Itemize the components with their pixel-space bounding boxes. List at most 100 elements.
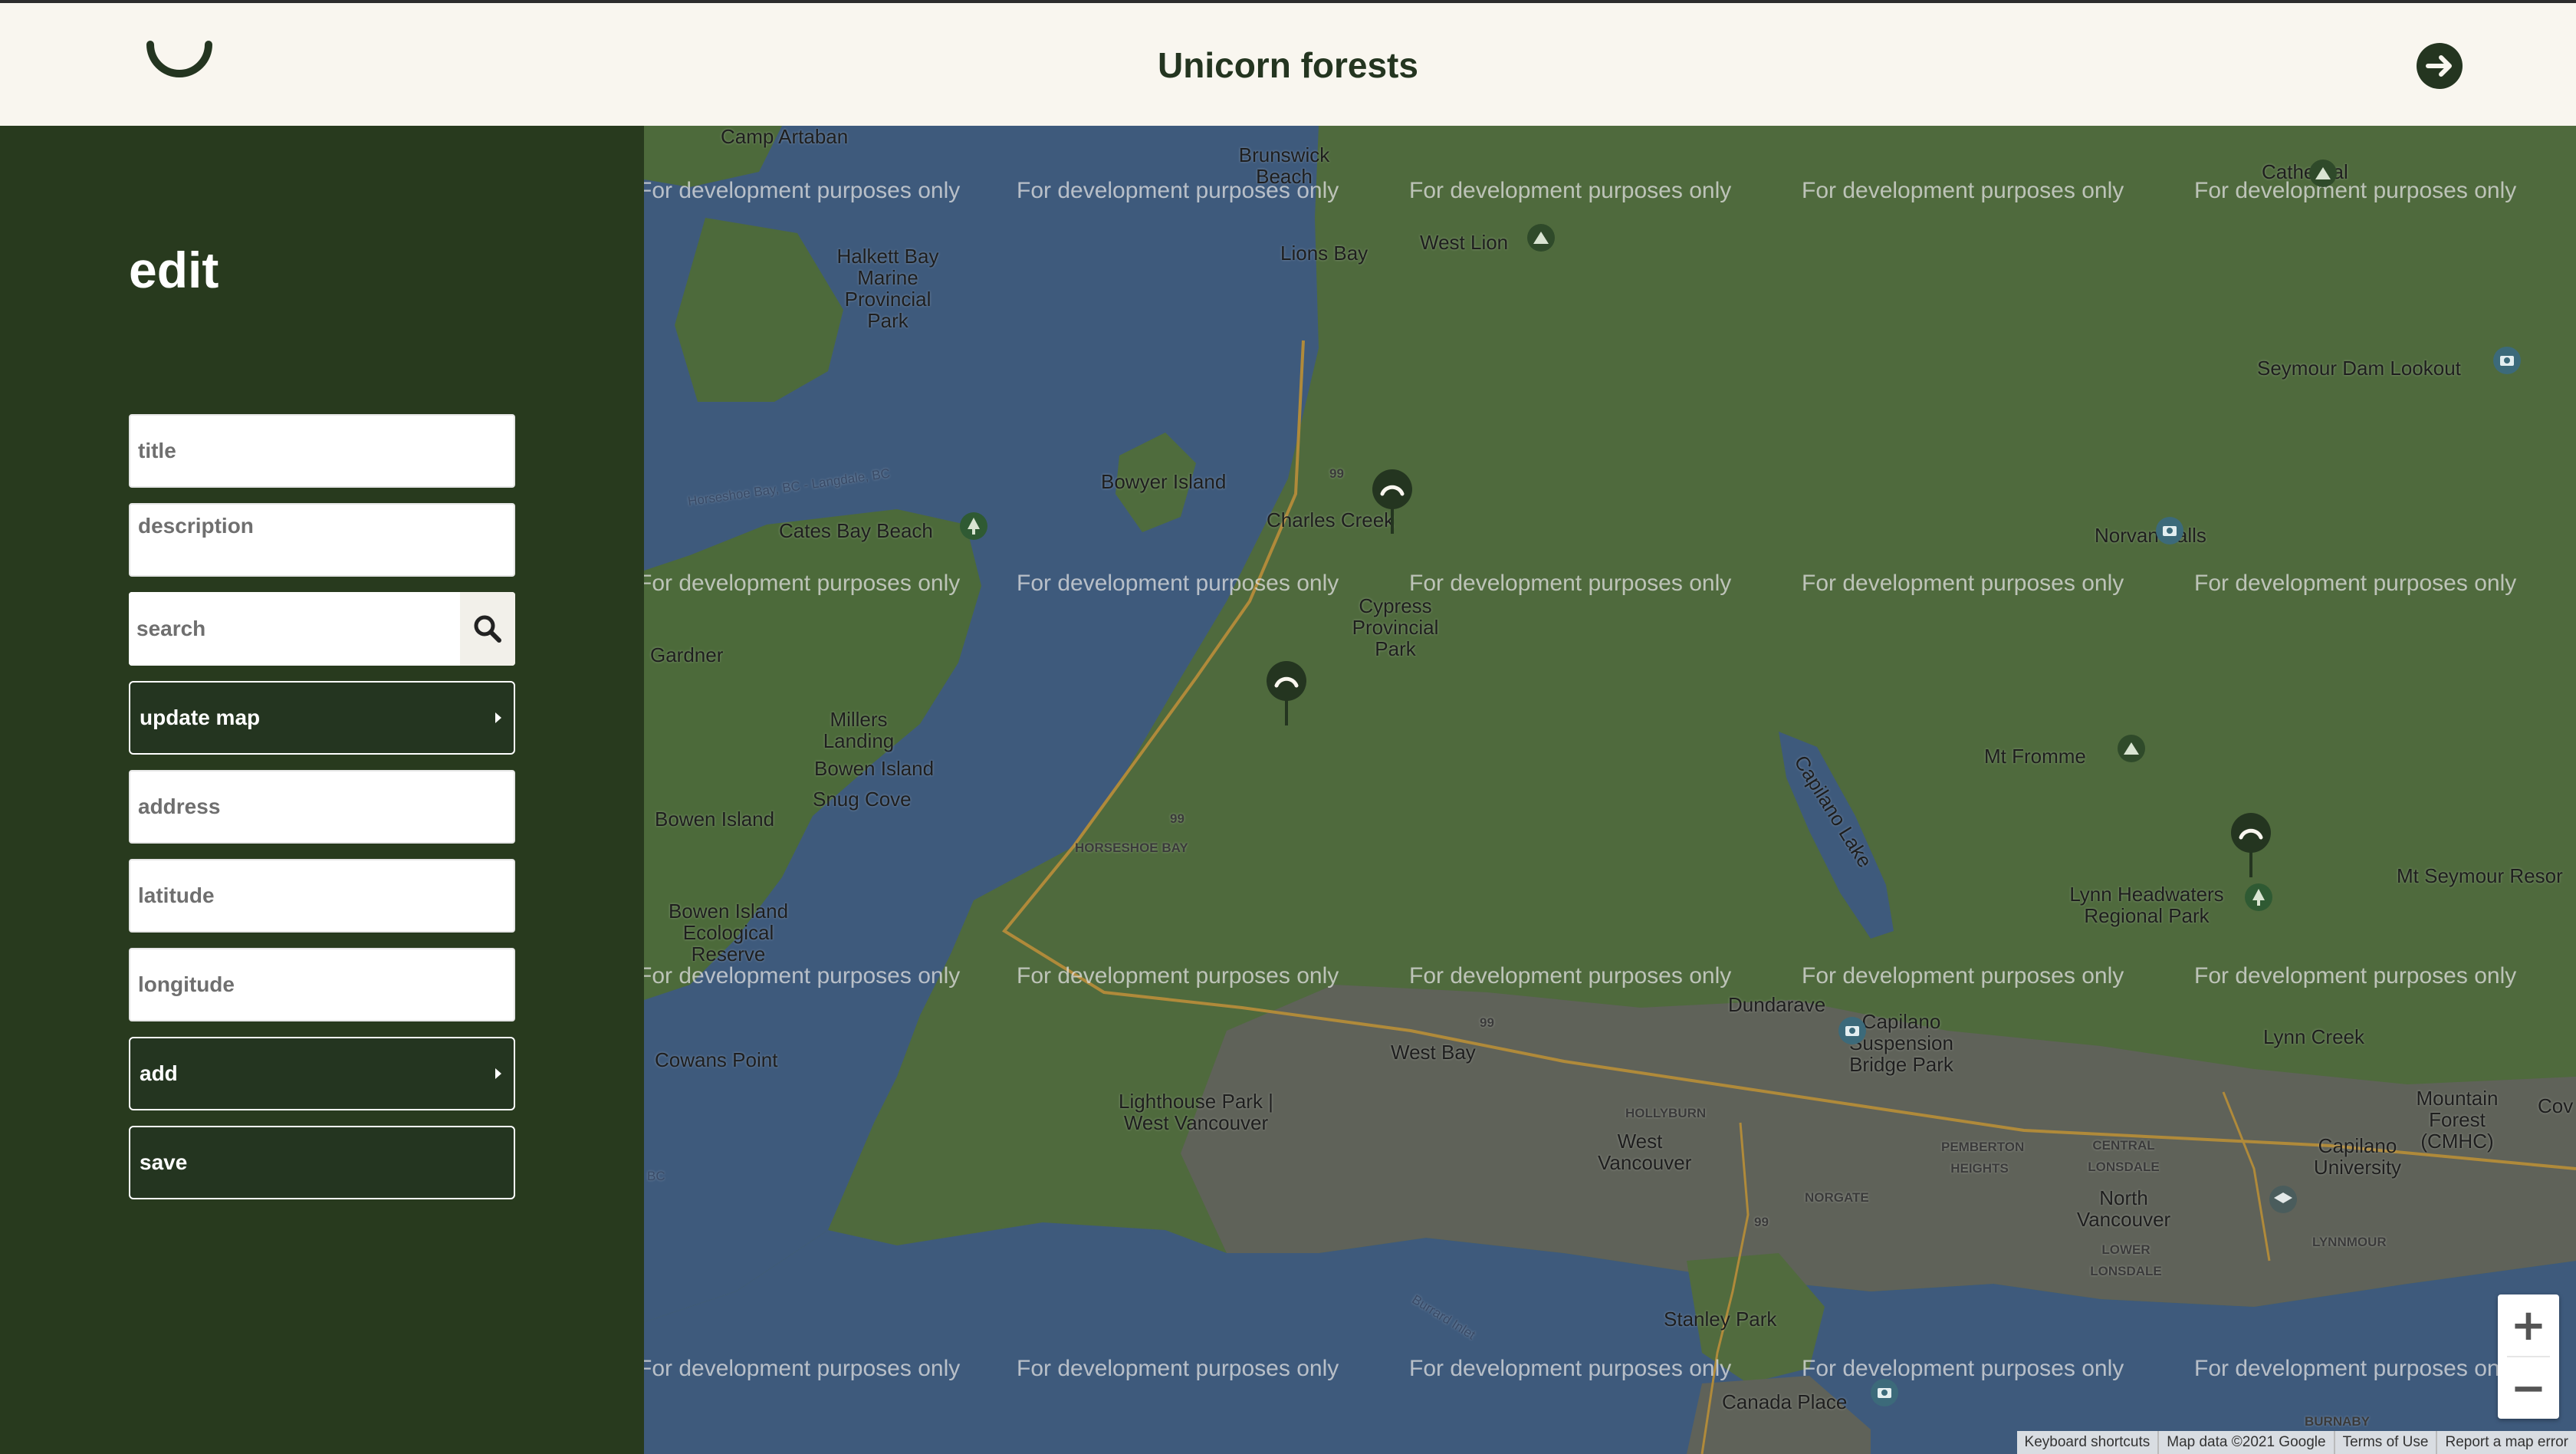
forest-marker-icon[interactable]	[2229, 811, 2272, 880]
title-input[interactable]	[129, 414, 515, 488]
camera-poi-icon[interactable]	[1869, 1377, 1900, 1408]
park-poi-icon[interactable]	[958, 511, 989, 541]
latitude-input[interactable]	[129, 859, 515, 933]
dev-watermark: For development purposes only	[1802, 571, 2124, 596]
dev-watermark: For development purposes only	[1802, 963, 2124, 989]
place-label: BC	[647, 1169, 665, 1183]
dev-watermark: For development purposes only	[2194, 178, 2517, 203]
arrow-right-circle-icon[interactable]	[2417, 43, 2463, 89]
place-label: Camp Artaban	[721, 126, 849, 148]
place-label: Bowen Island Ecological Reserve	[668, 900, 789, 965]
camera-poi-icon[interactable]	[2154, 515, 2185, 546]
top-bar: Unicorn forests	[0, 0, 2576, 126]
place-label: Norvan Falls	[2095, 524, 2206, 547]
place-label: Mountain Forest (CMHC)	[2416, 1087, 2499, 1153]
update-map-button[interactable]: update map	[129, 681, 515, 755]
map-data-attribution: Map data ©2021 Google	[2157, 1431, 2333, 1454]
map-view[interactable]: Camp Artaban Brunswick Beach Lions Bay W…	[644, 126, 2576, 1454]
place-label: Millers Landing	[823, 708, 895, 752]
place-label: Cates Bay Beach	[779, 519, 933, 542]
mountain-poi-icon[interactable]	[1526, 222, 1556, 253]
place-label: Bowyer Island	[1101, 470, 1227, 493]
place-label: West Vancouver	[1598, 1130, 1692, 1174]
place-label: Lynn Creek	[2263, 1025, 2364, 1048]
place-label: Cowans Point	[655, 1048, 778, 1071]
place-label: Seymour Dam Lookout	[2257, 357, 2461, 380]
park-poi-icon[interactable]	[2243, 882, 2274, 913]
route-shield: 99	[1754, 1215, 1769, 1229]
update-map-label: update map	[140, 706, 261, 729]
dev-watermark: For development purposes only	[2194, 963, 2517, 989]
dev-watermark: For development purposes only	[1409, 178, 1732, 203]
place-label: Lighthouse Park | West Vancouver	[1119, 1090, 1273, 1134]
search-box	[129, 592, 515, 666]
address-input[interactable]	[129, 770, 515, 844]
zoom-out-button[interactable]: −	[2498, 1357, 2559, 1419]
place-label: NORGATE	[1805, 1190, 1869, 1205]
camera-poi-icon[interactable]	[1837, 1015, 1868, 1046]
university-poi-icon[interactable]	[2268, 1184, 2298, 1215]
app-title: Unicorn forests	[1158, 45, 1418, 85]
place-label: North Vancouver	[2076, 1186, 2171, 1231]
place-label: West Lion	[1420, 231, 1509, 254]
dev-watermark: For development purposes only	[644, 963, 961, 989]
mountain-poi-icon[interactable]	[2308, 158, 2338, 189]
dev-watermark: For development purposes only	[644, 178, 961, 203]
place-label: Halkett Bay Marine Provincial Park	[836, 245, 939, 332]
place-label: Lynn Headwaters Regional Park	[2069, 883, 2224, 927]
place-label: HOLLYBURN	[1625, 1106, 1707, 1120]
place-label: HORSESHOE BAY	[1075, 840, 1188, 855]
route-shield: 99	[1170, 811, 1184, 826]
place-label: PEMBERTON HEIGHTS	[1941, 1140, 2025, 1176]
forest-marker-icon[interactable]	[1265, 660, 1308, 729]
zoom-controls: + −	[2498, 1294, 2559, 1419]
report-error-link[interactable]: Report a map error	[2436, 1431, 2576, 1454]
place-label: Canada Place	[1722, 1390, 1848, 1413]
place-label: Bowen Island	[814, 757, 935, 780]
dev-watermark: For development purposes only	[1017, 1356, 1339, 1381]
save-label: save	[140, 1150, 188, 1174]
edit-heading: edit	[129, 242, 219, 298]
mountain-poi-icon[interactable]	[2116, 733, 2147, 764]
dev-watermark: For development purposes only	[2194, 571, 2517, 596]
place-label: West Bay	[1391, 1041, 1476, 1064]
dev-watermark: For development purposes only	[644, 571, 961, 596]
dev-watermark: For development purposes only	[1017, 963, 1339, 989]
add-label: add	[140, 1061, 178, 1085]
description-input[interactable]	[129, 503, 515, 577]
place-label: Mt Fromme	[1984, 745, 2086, 768]
place-label: LOWER LONSDALE	[2090, 1242, 2162, 1278]
save-button[interactable]: save	[129, 1126, 515, 1199]
place-label: Bowen Island	[655, 808, 775, 831]
edit-sidebar: edit update map add save	[0, 126, 644, 1454]
dev-watermark: For development purposes only	[1802, 178, 2124, 203]
zoom-in-button[interactable]: +	[2498, 1294, 2559, 1356]
place-label: Lions Bay	[1280, 242, 1368, 265]
dev-watermark: For development purposes only	[1409, 963, 1732, 989]
place-label: Cov	[2538, 1094, 2574, 1117]
place-label: Cypress Provincial Park	[1352, 594, 1439, 660]
place-label: CENTRAL LONSDALE	[2088, 1138, 2160, 1174]
add-button[interactable]: add	[129, 1037, 515, 1110]
dev-watermark: For development purposes only	[1802, 1356, 2124, 1381]
dev-watermark: For development purposes only	[1017, 178, 1339, 203]
longitude-input[interactable]	[129, 948, 515, 1021]
route-shield: 99	[1329, 466, 1344, 481]
dev-watermark: For development purposes only	[1409, 1356, 1732, 1381]
camera-poi-icon[interactable]	[2492, 345, 2522, 376]
place-label: Gardner	[650, 643, 724, 666]
keyboard-shortcuts-link[interactable]: Keyboard shortcuts	[2017, 1431, 2158, 1454]
search-input[interactable]	[129, 592, 458, 666]
terms-link[interactable]: Terms of Use	[2333, 1431, 2436, 1454]
search-icon	[474, 615, 501, 643]
place-label: Snug Cove	[813, 788, 912, 811]
forest-marker-icon[interactable]	[1371, 468, 1414, 537]
place-label: BURNABY	[2305, 1414, 2370, 1429]
caret-right-icon	[495, 1068, 501, 1079]
search-button[interactable]	[460, 592, 515, 666]
dev-watermark: For development purposes only	[1017, 571, 1339, 596]
place-label: Capilano University	[2313, 1134, 2402, 1179]
route-shield: 99	[1480, 1015, 1494, 1030]
place-label: Dundarave	[1728, 993, 1826, 1016]
map-attribution-bar: Keyboard shortcuts Map data ©2021 Google…	[2016, 1431, 2576, 1454]
